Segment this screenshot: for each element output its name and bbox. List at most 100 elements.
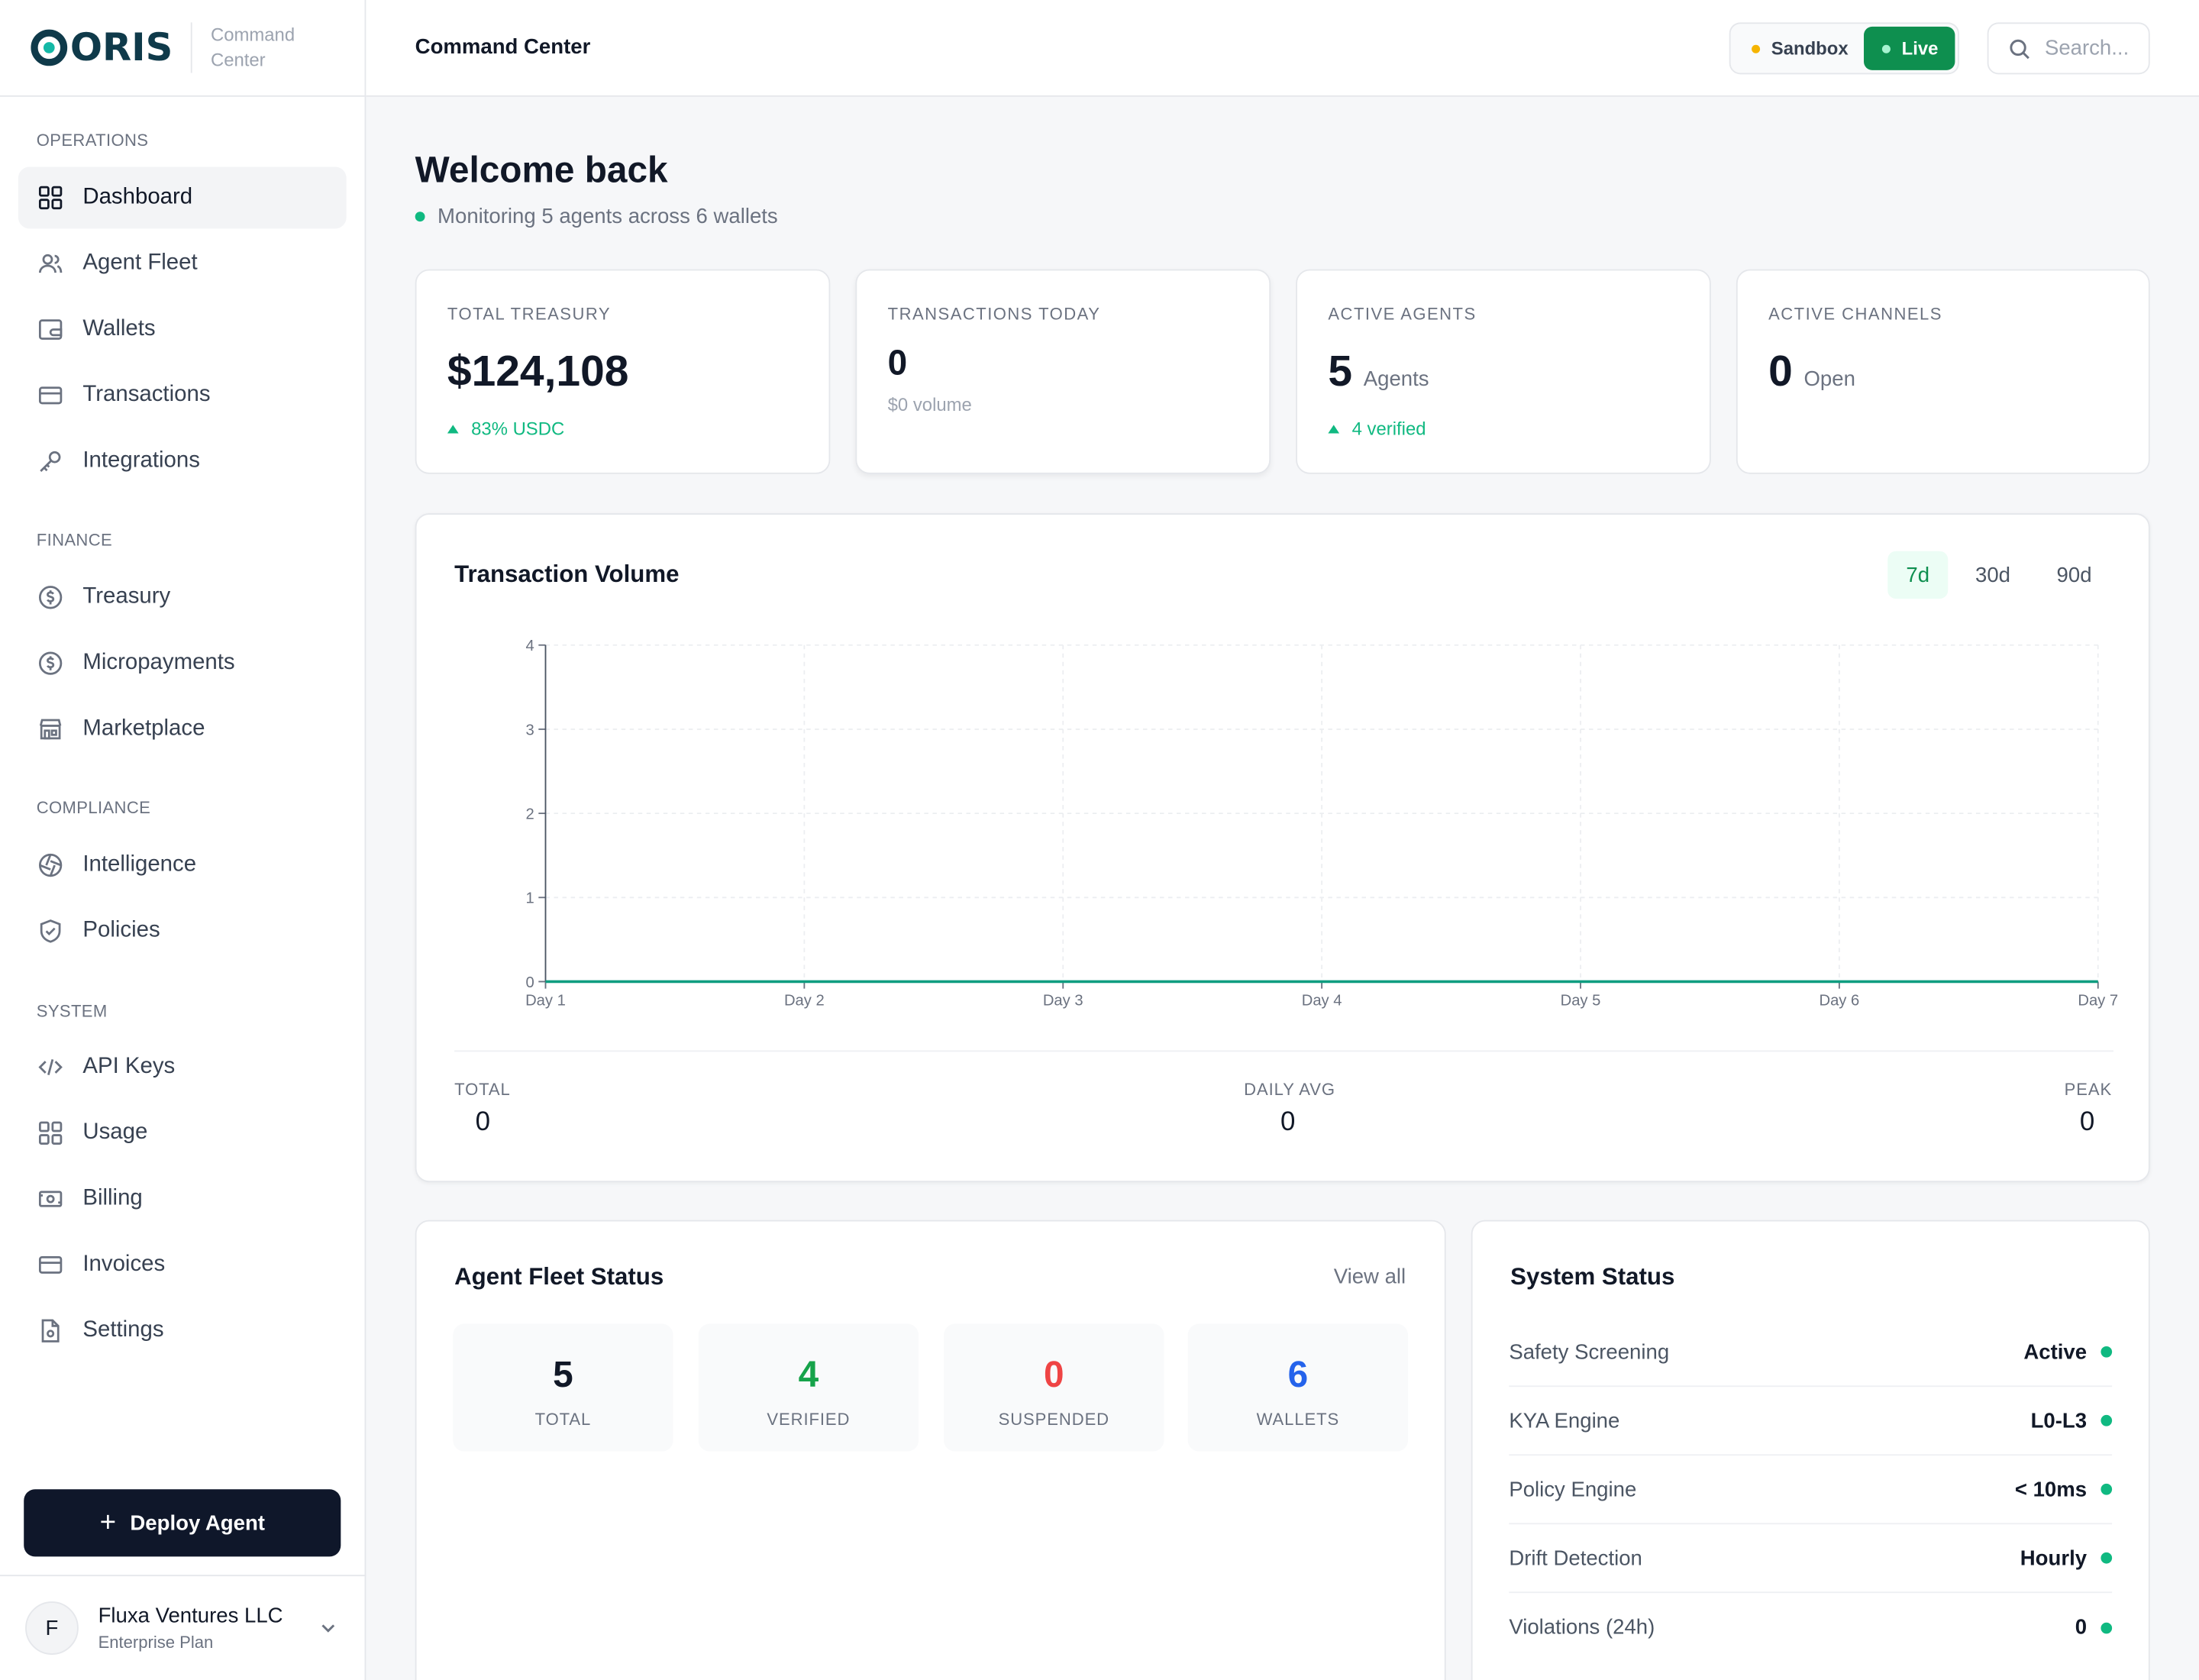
stat-label: TRANSACTIONS TODAY — [887, 304, 1101, 325]
sidebar-item-usage[interactable]: Usage — [18, 1102, 347, 1164]
transaction-volume-card: Transaction Volume 7d 30d 90d 0 1 2 3 4 Day 1… — [415, 513, 2150, 1183]
topbar: Command Center Sandbox Live Search... — [366, 0, 2199, 97]
sidebar-item-api-keys[interactable]: API Keys — [18, 1036, 347, 1098]
sidebar-item-agent-fleet[interactable]: Agent Fleet — [18, 233, 347, 295]
stat-trend-text: 4 verified — [1351, 418, 1426, 439]
system-row-violations: Violations (24h) 0 — [1509, 1593, 2113, 1662]
sidebar-item-label: Micropayments — [82, 651, 235, 675]
deploy-agent-button[interactable]: + Deploy Agent — [24, 1489, 341, 1557]
nav-section-finance: FINANCE — [36, 530, 113, 550]
y-tick-label: 3 — [526, 722, 534, 738]
sandbox-status-dot — [1752, 44, 1761, 53]
logo-text: ORIS — [69, 25, 173, 69]
org-switcher[interactable]: F Fluxa Ventures LLC Enterprise Plan — [0, 1575, 366, 1680]
sidebar-item-micropayments[interactable]: Micropayments — [18, 632, 347, 694]
daily-avg-value: 0 — [1280, 1107, 1296, 1138]
peak-label: PEAK — [2064, 1080, 2113, 1100]
sidebar-item-settings[interactable]: Settings — [18, 1300, 347, 1362]
sidebar: ORIS Command Center OPERATIONS Dashboard… — [0, 0, 366, 1680]
sidebar-item-label: Intelligence — [82, 852, 197, 877]
aperture-icon — [38, 853, 63, 878]
status-dot — [2101, 1346, 2113, 1358]
x-tick-label: Day 4 — [1302, 993, 1342, 1010]
system-row-value: 0 — [2075, 1616, 2113, 1640]
sidebar-item-label: Integrations — [82, 448, 200, 473]
env-live-label: Live — [1901, 37, 1939, 60]
welcome-heading: Welcome back — [415, 148, 668, 191]
view-all-link[interactable]: View all — [1334, 1265, 1406, 1288]
nav-section-system: SYSTEM — [36, 1001, 108, 1021]
sidebar-item-marketplace[interactable]: Marketplace — [18, 699, 347, 761]
fleet-stat-suspended[interactable]: 0 SUSPENDED — [944, 1323, 1164, 1452]
x-tick-label: Day 7 — [2078, 993, 2118, 1010]
search-input[interactable]: Search... — [1987, 22, 2150, 75]
stat-value: 0 — [1768, 346, 1793, 396]
system-row-value: L0-L3 — [2031, 1409, 2113, 1433]
shield-check-icon — [38, 919, 63, 944]
sidebar-item-label: Usage — [82, 1120, 148, 1145]
stat-card-transactions-today[interactable]: TRANSACTIONS TODAY 0 $0 volume — [855, 269, 1271, 474]
sidebar-item-invoices[interactable]: Invoices — [18, 1234, 347, 1296]
sidebar-item-label: Transactions — [82, 383, 211, 407]
sidebar-item-label: API Keys — [82, 1054, 176, 1079]
x-tick-label: Day 6 — [1820, 993, 1860, 1010]
system-row-value-text: Active — [2023, 1339, 2088, 1364]
system-row-label: Drift Detection — [1509, 1546, 1642, 1570]
live-status-dot — [1881, 44, 1891, 53]
users-icon — [38, 251, 63, 276]
sidebar-item-label: Billing — [82, 1186, 143, 1210]
stat-card-active-agents[interactable]: ACTIVE AGENTS 5 Agents 4 verified — [1296, 269, 1711, 474]
system-status-title: System Status — [1510, 1263, 1675, 1291]
stat-value: $124,108 — [447, 346, 629, 396]
status-dot — [2101, 1621, 2113, 1633]
fleet-stat-wallets[interactable]: 6 WALLETS — [1187, 1323, 1409, 1452]
env-live-option[interactable]: Live — [1864, 26, 1955, 70]
stat-value: 5 — [1328, 346, 1353, 396]
y-tick-label: 0 — [526, 974, 534, 991]
system-row-value-text: L0-L3 — [2030, 1408, 2088, 1433]
nav-section-operations: OPERATIONS — [36, 130, 149, 150]
sidebar-item-wallets[interactable]: Wallets — [18, 299, 347, 360]
peak-value: 0 — [2079, 1107, 2095, 1138]
search-placeholder: Search... — [2044, 36, 2130, 60]
brand-header: ORIS Command Center — [0, 0, 365, 97]
system-row-value: < 10ms — [2014, 1477, 2113, 1501]
stat-trend: 4 verified — [1328, 418, 1426, 439]
sidebar-item-transactions[interactable]: Transactions — [18, 364, 347, 426]
sidebar-item-policies[interactable]: Policies — [18, 900, 347, 962]
env-sandbox-option[interactable]: Sandbox — [1731, 38, 1864, 59]
system-row-value-text: < 10ms — [2014, 1477, 2088, 1501]
sidebar-item-treasury[interactable]: Treasury — [18, 567, 347, 628]
fleet-stat-total[interactable]: 5 TOTAL — [453, 1323, 673, 1452]
system-row-safety-screening: Safety Screening Active — [1509, 1318, 2113, 1388]
system-row-value: Hourly — [2020, 1546, 2113, 1570]
system-row-drift-detection: Drift Detection Hourly — [1509, 1524, 2113, 1594]
fleet-stat-verified[interactable]: 4 VERIFIED — [698, 1323, 919, 1452]
stat-trend: 83% USDC — [447, 418, 564, 439]
sidebar-item-label: Invoices — [82, 1252, 166, 1277]
stat-value-group: 0 Open — [1768, 347, 1855, 397]
sidebar-item-integrations[interactable]: Integrations — [18, 431, 347, 493]
sidebar-item-billing[interactable]: Billing — [18, 1168, 347, 1230]
trend-up-icon — [447, 424, 459, 433]
sidebar-item-label: Settings — [82, 1318, 164, 1342]
oris-logo[interactable]: ORIS — [31, 29, 173, 67]
status-dot — [415, 212, 425, 222]
stat-subtext: $0 volume — [887, 394, 972, 415]
stat-card-active-channels[interactable]: ACTIVE CHANNELS 0 Open — [1736, 269, 2150, 474]
x-tick-label: Day 3 — [1043, 993, 1083, 1010]
sidebar-item-dashboard[interactable]: Dashboard — [18, 166, 347, 229]
environment-toggle[interactable]: Sandbox Live — [1729, 22, 1959, 75]
avatar: F — [25, 1601, 79, 1655]
fleet-stat-value: 5 — [553, 1353, 573, 1396]
stat-value: 0 — [887, 343, 908, 383]
org-plan: Enterprise Plan — [98, 1632, 214, 1653]
system-row-kya-engine: KYA Engine L0-L3 — [1509, 1387, 2113, 1456]
total-value: 0 — [475, 1107, 491, 1138]
stat-value-group: 5 Agents — [1328, 347, 1429, 397]
sidebar-item-intelligence[interactable]: Intelligence — [18, 835, 347, 897]
total-label: TOTAL — [454, 1080, 511, 1100]
system-row-label: Violations (24h) — [1509, 1615, 1655, 1640]
x-tick-label: Day 5 — [1561, 993, 1601, 1010]
stat-card-total-treasury[interactable]: TOTAL TREASURY $124,108 83% USDC — [415, 269, 831, 474]
